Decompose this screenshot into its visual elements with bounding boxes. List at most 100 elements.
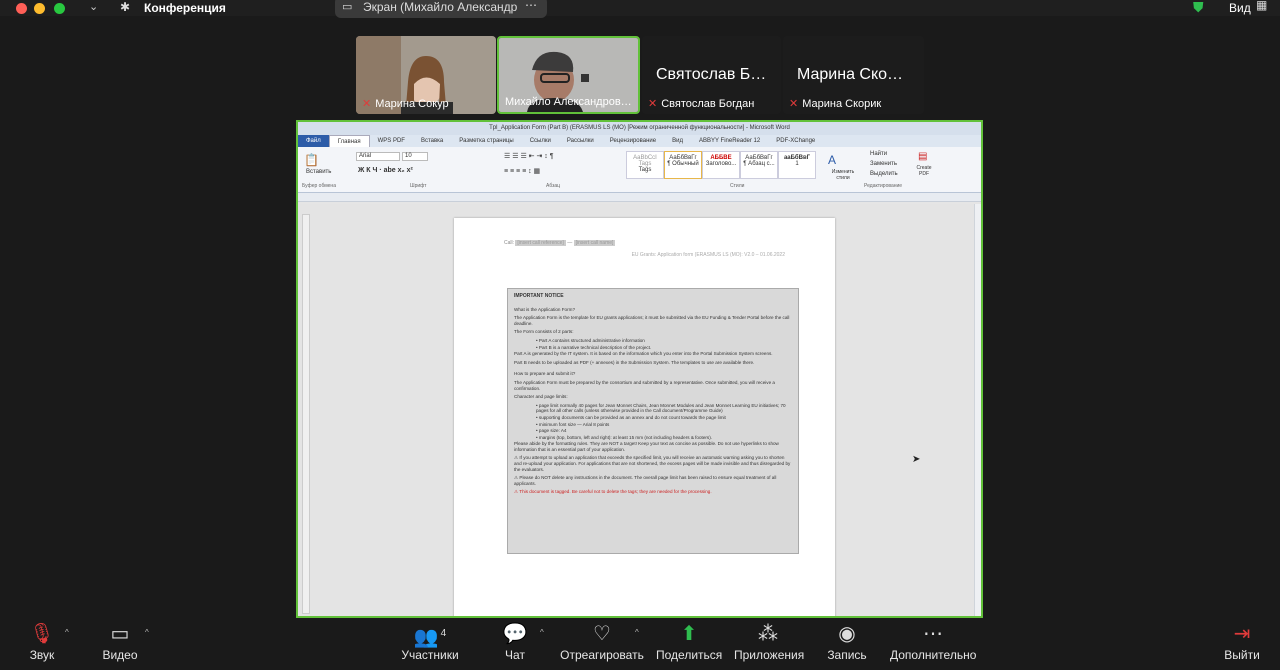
- leave-button[interactable]: ⇥ Выйти: [1222, 620, 1262, 670]
- tab-file[interactable]: Файл: [298, 135, 329, 147]
- participant-tile[interactable]: ✕ Марина Сокур: [356, 36, 496, 114]
- tab-review[interactable]: Рецензирование: [602, 138, 664, 144]
- style-normal[interactable]: АаБбВвГг ¶ Обычный: [664, 151, 702, 179]
- document-area[interactable]: Call: [insert call reference] — [insert …: [298, 204, 981, 616]
- align-buttons[interactable]: ≡ ≡ ≡ ≡ ↕ ▦: [504, 167, 540, 175]
- apps-button[interactable]: ⁂ Приложения: [734, 620, 804, 670]
- pdf-icon[interactable]: ▤: [918, 151, 927, 162]
- participant-name: ✕ Марина Скорик: [789, 98, 882, 110]
- styles-group-label: Стили: [730, 183, 745, 189]
- tab-wps-pdf[interactable]: WPS PDF: [370, 138, 413, 144]
- record-button[interactable]: ◉ Запись: [824, 620, 870, 670]
- style-heading[interactable]: АББВЕ Заголово...: [702, 151, 740, 179]
- screen-share-tab[interactable]: ▭ Экран (Михайло Александр… ⋯: [335, 0, 547, 18]
- more-label: Дополнительно: [890, 648, 977, 662]
- share-screen-icon: ⬆: [680, 623, 698, 645]
- participants-button[interactable]: 👥 4 Участники: [400, 620, 460, 670]
- audio-label: Звук: [29, 648, 55, 662]
- find-button[interactable]: Найти: [870, 151, 887, 157]
- chevron-up-icon[interactable]: ^: [145, 628, 149, 637]
- participant-tile-active-speaker[interactable]: Михайло Александров…: [497, 36, 640, 114]
- ribbon: 📋 Вставить Arial 10 Ж К Ч · abe x₂ x² ☰ …: [298, 147, 981, 193]
- participant-name: ✕ Святослав Богдан: [648, 98, 755, 110]
- meeting-controls: 🎙 Звук ^ ▭ Видео ^ 👥 4 Участники 💬 Чат ^ …: [0, 620, 1280, 670]
- react-label: Отреагировать: [560, 648, 644, 662]
- call-name-field[interactable]: [insert call name]: [573, 240, 616, 246]
- create-pdf-button[interactable]: Create PDF: [912, 165, 936, 177]
- style-tags[interactable]: AaBbCcI Tags Tags: [626, 151, 664, 179]
- tab-mailings[interactable]: Рассылки: [559, 138, 602, 144]
- paste-icon[interactable]: 📋: [304, 153, 319, 167]
- screen-share-label: Экран (Михайло Александр…: [363, 0, 518, 14]
- title-bar: ⌄ ✱ Конференция ▭ Экран (Михайло Алексан…: [0, 0, 1280, 18]
- share-screen-button[interactable]: ⬆ Поделиться: [656, 620, 722, 670]
- audio-button[interactable]: 🎙 Звук: [22, 620, 62, 670]
- chat-button[interactable]: 💬 Чат: [500, 620, 530, 670]
- close-window-button[interactable]: [16, 3, 27, 14]
- participant-tile[interactable]: Святослав Б… ✕ Святослав Богдан: [642, 36, 781, 114]
- react-button[interactable]: ♡ Отреагировать: [560, 620, 644, 670]
- notice-bullet: • page size: A4: [536, 428, 567, 434]
- tab-references[interactable]: Ссылки: [522, 138, 559, 144]
- call-line: Call: [insert call reference] — [insert …: [504, 240, 616, 246]
- vertical-scrollbar[interactable]: [974, 204, 981, 616]
- chevron-up-icon[interactable]: ^: [635, 628, 639, 637]
- replace-button[interactable]: Заменить: [870, 161, 897, 167]
- tab-home[interactable]: Главная: [328, 135, 370, 147]
- tab-pdf-xchange[interactable]: PDF-XChange: [768, 138, 823, 144]
- participant-display-name: Святослав Б…: [656, 66, 767, 83]
- record-label: Запись: [827, 648, 867, 662]
- participant-tile[interactable]: Марина Ско… ✕ Марина Скорик: [783, 36, 924, 114]
- chat-icon: 💬: [502, 623, 528, 645]
- shared-screen[interactable]: Tpl_Application Form (Part B) (ERASMUS L…: [296, 120, 983, 618]
- notice-warning: ⚠ Please do NOT delete any instructions …: [514, 475, 777, 486]
- style-1[interactable]: ааБбВвГ 1: [778, 151, 816, 179]
- video-button[interactable]: ▭ Видео: [98, 620, 142, 670]
- paw-icon: ✱: [120, 0, 131, 14]
- shield-icon[interactable]: ⛊: [1193, 0, 1204, 16]
- editing-group-label: Редактирование: [864, 183, 903, 189]
- camera-icon: ▭: [110, 623, 130, 645]
- style-list-paragraph[interactable]: АаБбВвГг ¶ Абзац с...: [740, 151, 778, 179]
- font-name-field[interactable]: Arial: [356, 152, 400, 161]
- record-icon: ◉: [838, 623, 856, 645]
- more-icon: ⋯: [923, 623, 943, 645]
- tab-insert[interactable]: Вставка: [413, 138, 451, 144]
- chevron-up-icon[interactable]: ^: [540, 628, 544, 637]
- screen-share-icon: ▭: [342, 1, 353, 13]
- notice-text: Part A is generated by the IT system. It…: [514, 351, 773, 357]
- paragraph-group-label: Абзац: [546, 183, 561, 189]
- more-button[interactable]: ⋯ Дополнительно: [890, 620, 976, 670]
- important-notice-box: IMPORTANT NOTICE What is the Application…: [507, 288, 799, 554]
- notice-warning-red: ⚠ This document is tagged. Be careful no…: [514, 489, 712, 495]
- format-buttons[interactable]: Ж К Ч · abe x₂ x²: [358, 167, 413, 174]
- zoom-window-button[interactable]: [54, 3, 65, 14]
- grid-view-icon[interactable]: ▦: [1256, 0, 1267, 12]
- list-buttons[interactable]: ☰ ☰ ☰ ⇤ ⇥ ↕ ¶: [504, 152, 554, 160]
- select-button[interactable]: Выделить: [870, 171, 898, 177]
- heart-icon: ♡: [593, 623, 611, 645]
- more-options-icon[interactable]: ⋯: [525, 0, 537, 12]
- notice-text: The Application Form must be prepared by…: [514, 379, 775, 391]
- paste-label[interactable]: Вставить: [306, 169, 331, 175]
- font-size-field[interactable]: 10: [402, 152, 428, 161]
- clipboard-group-label: Буфер обмена: [302, 183, 336, 189]
- horizontal-ruler[interactable]: [298, 193, 981, 202]
- call-reference-field[interactable]: [insert call reference]: [515, 240, 566, 246]
- view-menu[interactable]: Вид: [1229, 1, 1251, 15]
- notice-bullet: • Part A contains structured administrat…: [536, 337, 645, 343]
- notice-bullet: • page limit normally 40 pages for Jean …: [536, 402, 786, 414]
- share-label: Поделиться: [656, 648, 723, 662]
- chevron-down-icon[interactable]: ⌄: [89, 0, 98, 13]
- tab-view[interactable]: Вид: [664, 138, 691, 144]
- tab-page-layout[interactable]: Разметка страницы: [451, 138, 521, 144]
- meeting-window: { "window": { "title": "Конференция" }, …: [0, 0, 1280, 670]
- document-page[interactable]: Call: [insert call reference] — [insert …: [454, 218, 835, 616]
- minimize-window-button[interactable]: [34, 3, 45, 14]
- vertical-ruler[interactable]: [302, 214, 310, 614]
- tab-abbyy[interactable]: ABBYY FineReader 12: [691, 138, 768, 144]
- notice-warning: ⚠ If you attempt to upload an applicatio…: [514, 455, 791, 472]
- chevron-up-icon[interactable]: ^: [65, 628, 69, 637]
- change-styles-label[interactable]: Изменить стили: [826, 169, 860, 181]
- change-styles-icon[interactable]: A: [828, 153, 836, 167]
